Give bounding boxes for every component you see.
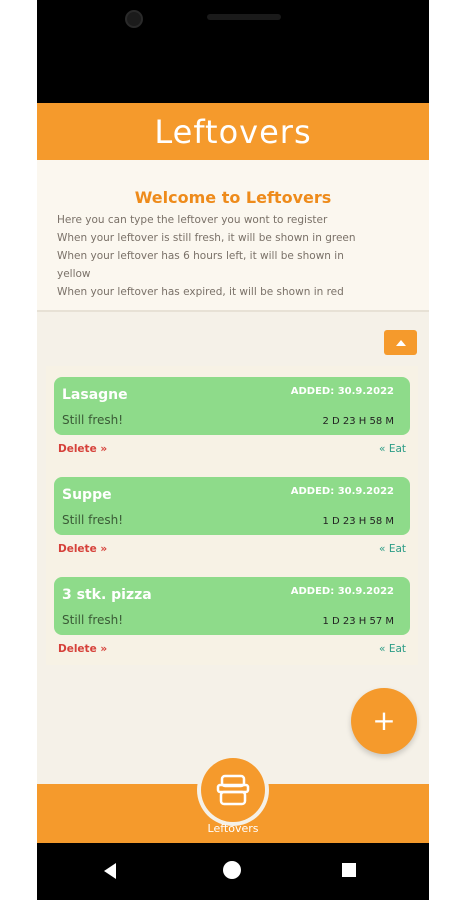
eat-label: Eat bbox=[388, 543, 406, 555]
collapse-button[interactable] bbox=[384, 330, 417, 355]
list-item: Lasagne ADDED: 30.9.2022 Still fresh! 2 … bbox=[54, 377, 410, 461]
nav-label: Leftovers bbox=[207, 822, 259, 835]
double-chevron-left-icon: « bbox=[379, 443, 386, 455]
chevron-up-icon bbox=[395, 339, 406, 346]
phone-screen: Leftovers Welcome to Leftovers Here you … bbox=[37, 0, 429, 900]
app-title: Leftovers bbox=[154, 112, 312, 151]
delete-label: Delete bbox=[58, 643, 97, 655]
delete-label: Delete bbox=[58, 443, 97, 455]
add-leftover-button[interactable]: + bbox=[351, 688, 417, 754]
double-chevron-right-icon: » bbox=[100, 443, 108, 455]
camera-icon bbox=[125, 10, 143, 28]
delete-button[interactable]: Delete » bbox=[58, 443, 107, 455]
welcome-line: Here you can type the leftover you wont … bbox=[57, 214, 328, 226]
delete-label: Delete bbox=[58, 543, 97, 555]
added-date: ADDED: 30.9.2022 bbox=[290, 586, 394, 597]
welcome-line: When your leftover has expired, it will … bbox=[57, 286, 344, 298]
leftover-name: Lasagne bbox=[62, 387, 128, 403]
time-left: 1 D 23 H 57 M bbox=[322, 616, 394, 627]
welcome-panel: Welcome to Leftovers Here you can type t… bbox=[37, 160, 429, 312]
home-icon[interactable] bbox=[223, 861, 241, 879]
eat-label: Eat bbox=[388, 643, 406, 655]
double-chevron-right-icon: » bbox=[100, 643, 108, 655]
eat-button[interactable]: « Eat bbox=[379, 643, 406, 655]
eat-button[interactable]: « Eat bbox=[379, 443, 406, 455]
welcome-line: When your leftover has 6 hours left, it … bbox=[57, 250, 344, 262]
list-item: Suppe ADDED: 30.9.2022 Still fresh! 1 D … bbox=[54, 477, 410, 561]
system-navigation-bar bbox=[37, 843, 429, 900]
leftover-list: Lasagne ADDED: 30.9.2022 Still fresh! 2 … bbox=[46, 366, 418, 665]
food-container-icon bbox=[216, 774, 250, 806]
double-chevron-right-icon: » bbox=[100, 543, 108, 555]
freshness-status: Still fresh! bbox=[62, 613, 124, 627]
status-bar bbox=[37, 0, 429, 103]
freshness-status: Still fresh! bbox=[62, 513, 124, 527]
welcome-line: yellow bbox=[57, 268, 91, 280]
leftover-card[interactable]: Suppe ADDED: 30.9.2022 Still fresh! 1 D … bbox=[54, 477, 410, 535]
delete-button[interactable]: Delete » bbox=[58, 643, 107, 655]
double-chevron-left-icon: « bbox=[379, 643, 386, 655]
leftover-name: Suppe bbox=[62, 487, 112, 503]
welcome-title: Welcome to Leftovers bbox=[134, 188, 332, 207]
eat-label: Eat bbox=[388, 443, 406, 455]
double-chevron-left-icon: « bbox=[379, 543, 386, 555]
speaker-grille bbox=[207, 14, 281, 20]
time-left: 1 D 23 H 58 M bbox=[322, 516, 394, 527]
plus-icon: + bbox=[372, 704, 396, 737]
time-left: 2 D 23 H 58 M bbox=[322, 416, 394, 427]
leftover-card[interactable]: Lasagne ADDED: 30.9.2022 Still fresh! 2 … bbox=[54, 377, 410, 435]
leftover-name: 3 stk. pizza bbox=[62, 587, 152, 603]
delete-button[interactable]: Delete » bbox=[58, 543, 107, 555]
leftover-card[interactable]: 3 stk. pizza ADDED: 30.9.2022 Still fres… bbox=[54, 577, 410, 635]
eat-button[interactable]: « Eat bbox=[379, 543, 406, 555]
nav-item-leftovers[interactable] bbox=[201, 758, 265, 822]
list-item: 3 stk. pizza ADDED: 30.9.2022 Still fres… bbox=[54, 577, 410, 661]
app-bar: Leftovers bbox=[37, 103, 429, 160]
added-date: ADDED: 30.9.2022 bbox=[290, 486, 394, 497]
recent-apps-icon[interactable] bbox=[342, 863, 356, 877]
added-date: ADDED: 30.9.2022 bbox=[290, 386, 394, 397]
welcome-line: When your leftover is still fresh, it wi… bbox=[57, 232, 356, 244]
back-icon[interactable] bbox=[104, 863, 116, 879]
freshness-status: Still fresh! bbox=[62, 413, 124, 427]
